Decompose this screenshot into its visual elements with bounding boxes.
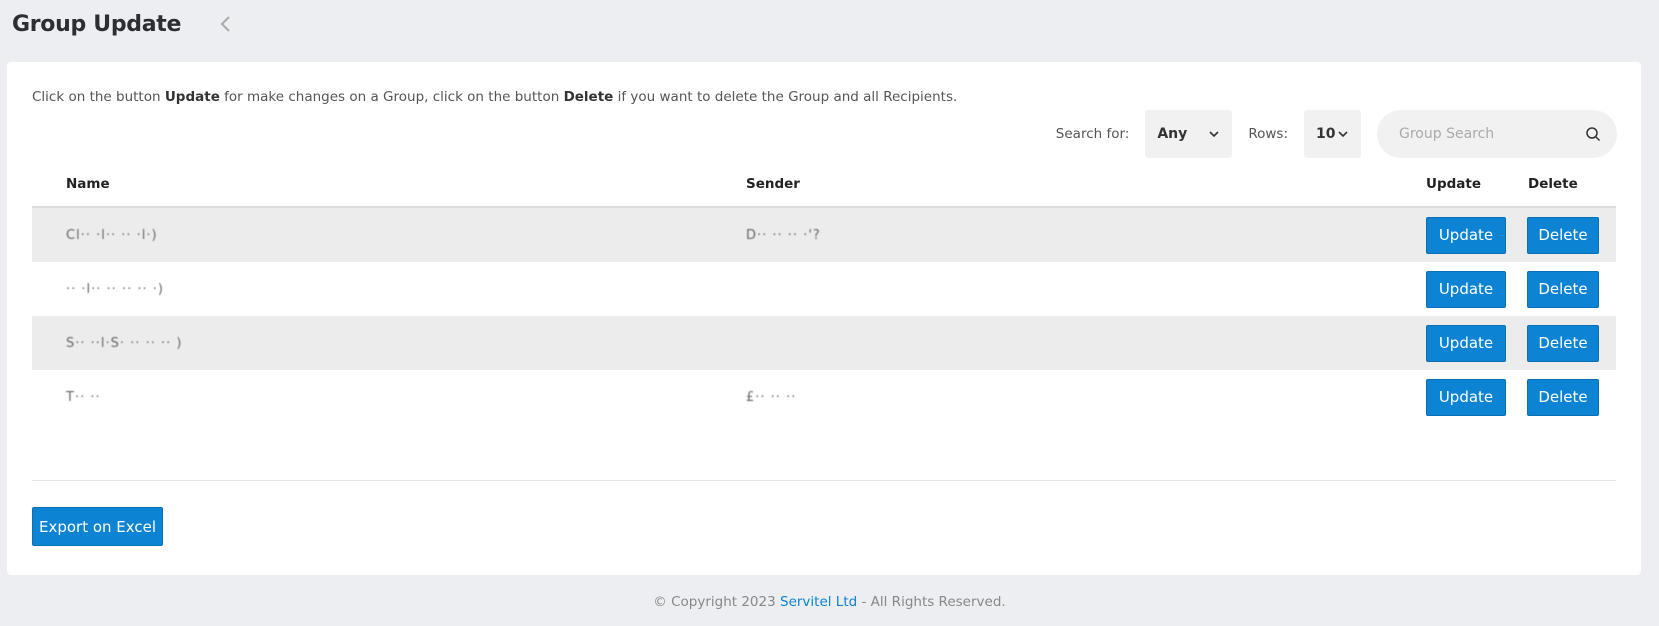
column-header-sender[interactable]: Sender: [746, 176, 800, 192]
back-chevron-icon[interactable]: [214, 12, 238, 36]
update-button[interactable]: Update: [1426, 378, 1506, 416]
search-for-value: Any: [1157, 126, 1188, 142]
page-title: Group Update: [12, 11, 182, 37]
group-name-cell: T·· ··: [66, 389, 101, 405]
group-name-cell: ·· ·l·· ·· ·· ·· ·): [66, 281, 164, 297]
delete-button[interactable]: Delete: [1527, 378, 1599, 416]
delete-button[interactable]: Delete: [1527, 324, 1599, 362]
groups-table: Name Sender Update Delete Cl·· ·l·· ·· ·…: [32, 162, 1616, 424]
rows-select[interactable]: 10: [1304, 110, 1361, 158]
group-search-box: [1377, 110, 1617, 158]
sender-cell: D·· ·· ·· ·'?: [746, 227, 821, 243]
column-header-name[interactable]: Name: [66, 176, 110, 192]
footer: © Copyright 2023 Servitel Ltd - All Righ…: [653, 594, 1006, 610]
table-row: S·· ··l·S· ·· ·· ·· ) Update Delete: [32, 316, 1616, 370]
export-excel-button[interactable]: Export on Excel: [32, 507, 163, 546]
divider: [32, 480, 1616, 481]
delete-button[interactable]: Delete: [1527, 270, 1599, 308]
table-row: ·· ·l·· ·· ·· ·· ·) Update Delete: [32, 262, 1616, 316]
group-name-cell: S·· ··l·S· ·· ·· ·· ): [66, 335, 183, 351]
chevron-down-icon: [1338, 131, 1348, 138]
group-card: Click on the button Update for make chan…: [7, 62, 1641, 575]
table-controls: Search for: Any Rows: 10: [1056, 110, 1617, 158]
table-header: Name Sender Update Delete: [32, 162, 1616, 208]
delete-button[interactable]: Delete: [1527, 216, 1599, 254]
sender-cell: £·· ·· ··: [746, 389, 797, 405]
chevron-down-icon: [1209, 131, 1219, 138]
rows-label: Rows:: [1248, 126, 1288, 142]
update-button[interactable]: Update: [1426, 270, 1506, 308]
column-header-delete: Delete: [1528, 176, 1578, 192]
group-name-cell: Cl·· ·l·· ·· ·l·): [66, 227, 158, 243]
search-for-select[interactable]: Any: [1145, 110, 1233, 158]
company-link[interactable]: Servitel Ltd: [780, 594, 857, 610]
update-button[interactable]: Update: [1426, 324, 1506, 362]
rows-value: 10: [1316, 126, 1336, 142]
search-icon[interactable]: [1585, 126, 1601, 142]
page-header: Group Update: [12, 6, 181, 42]
table-row: Cl·· ·l·· ·· ·l·) D·· ·· ·· ·'? Update D…: [32, 208, 1616, 262]
search-for-label: Search for:: [1055, 126, 1130, 142]
instructions-text: Click on the button Update for make chan…: [32, 89, 958, 105]
update-button[interactable]: Update: [1426, 216, 1506, 254]
column-header-update: Update: [1426, 176, 1482, 192]
table-row: T·· ·· £·· ·· ·· Update Delete: [32, 370, 1616, 424]
group-search-input[interactable]: [1397, 125, 1585, 143]
